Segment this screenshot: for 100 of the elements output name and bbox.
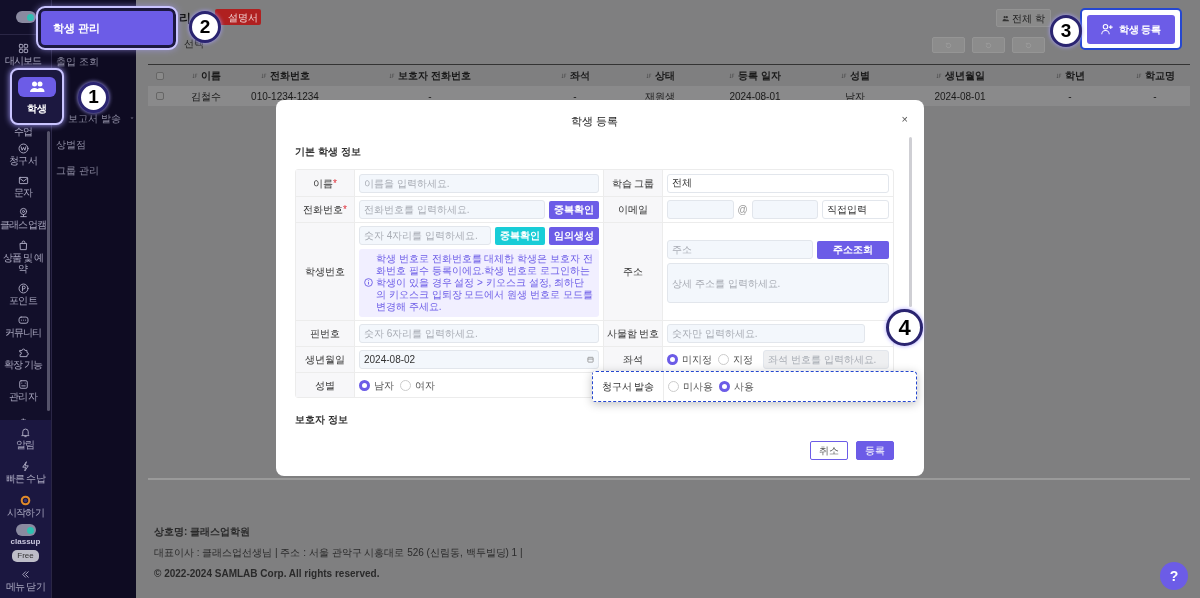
logo-icon <box>15 11 36 23</box>
submenu-item[interactable]: 상벌점 <box>56 136 86 152</box>
column-header[interactable]: 좌석 <box>530 68 620 83</box>
column-header[interactable]: 학년 <box>1020 68 1120 83</box>
field-label: 사물함 번호 <box>604 321 662 346</box>
calendar-icon <box>587 356 594 363</box>
sidebar-item[interactable]: 클래스업캠 <box>0 203 46 235</box>
sidebar-item[interactable]: 관리자 <box>0 375 46 407</box>
sort-icon <box>729 72 736 79</box>
column-header[interactable]: 이름 <box>172 68 240 83</box>
info-icon <box>364 278 373 287</box>
total-filter[interactable]: 전체 학 <box>996 9 1051 27</box>
sidebar-item[interactable]: 알림 <box>0 422 51 456</box>
lightning-icon <box>20 461 31 473</box>
footer-text: 대표이사 : 클래스업선생님 | 주소 : 서울 관악구 시흥대로 526 (신림동, 백두빌딩) 1 | <box>154 546 523 560</box>
submenu-title[interactable]: 학생 관리 <box>38 8 176 48</box>
toggle-icon <box>15 524 36 536</box>
submenu-item[interactable]: 보고서 발송 <box>68 110 121 126</box>
radio-option[interactable]: 여자 <box>400 377 435 393</box>
input-field[interactable]: 숫자 6자리를 입력하세요. <box>359 324 599 343</box>
textarea-field[interactable]: 상세 주소를 입력하세요. <box>667 263 889 303</box>
toolbar-button[interactable] <box>1012 37 1045 53</box>
column-header[interactable]: 보호자 전화번호 <box>330 68 530 83</box>
column-header[interactable]: 학교명 <box>1120 68 1190 83</box>
submenu-item[interactable]: 그룹 관리 <box>56 162 99 178</box>
sort-icon <box>191 72 198 79</box>
step-marker: 4 <box>886 309 923 346</box>
dialog-button[interactable]: 등록 <box>856 441 894 460</box>
sidebar-item[interactable]: 수업 <box>0 125 46 139</box>
column-header[interactable]: 생년월일 <box>900 68 1020 83</box>
admin-icon <box>17 379 29 391</box>
form-button[interactable]: 주소조회 <box>817 240 889 259</box>
won-icon <box>17 143 29 155</box>
field-label: 학생번호 <box>296 223 354 320</box>
bell-icon <box>20 427 31 439</box>
field-label: 청구서 발송 <box>593 372 663 401</box>
section-title: 보호자 정보 <box>295 413 349 427</box>
manual-badge[interactable]: 설명서 <box>215 9 261 25</box>
sidebar-item[interactable]: 문자 <box>0 171 46 203</box>
sort-icon <box>935 72 942 79</box>
checkbox[interactable] <box>156 71 164 80</box>
people-icon <box>29 81 45 93</box>
modal-title: 학생 등록 <box>570 113 619 129</box>
sort-icon <box>260 72 267 79</box>
add-person-icon <box>1100 23 1113 35</box>
date-field[interactable]: 2024-08-02 <box>359 350 599 369</box>
input-field[interactable]: 전체 <box>667 173 889 193</box>
submenu-item[interactable]: 출입 조회 <box>56 53 99 69</box>
register-button[interactable]: 학생 등록 <box>1087 14 1175 44</box>
dialog-button[interactable]: 취소 <box>810 441 848 460</box>
radio-option[interactable]: 남자 <box>359 377 394 393</box>
mail-icon <box>17 175 29 187</box>
close-button[interactable]: × <box>901 114 908 125</box>
radio-option[interactable]: 미지정 <box>667 352 712 367</box>
radio-option[interactable]: 미사용 <box>668 379 713 394</box>
sidebar-item[interactable]: 상품 및 예약 <box>0 235 46 279</box>
column-header[interactable]: 전화번호 <box>240 68 330 83</box>
grid-icon <box>17 43 29 55</box>
field-label: 성별 <box>296 373 354 397</box>
sidebar-item[interactable]: 빠른 수납 <box>0 456 51 490</box>
toolbar-button[interactable] <box>932 37 965 53</box>
sidebar-item[interactable]: 포인트 <box>0 279 46 311</box>
sort-icon <box>840 72 847 79</box>
radio-option[interactable]: 지정 <box>718 352 753 367</box>
radio-option[interactable]: 사용 <box>719 379 754 394</box>
form-button[interactable]: 임의생성 <box>549 226 599 245</box>
column-header[interactable]: 성별 <box>810 68 900 83</box>
input-field[interactable]: 주소 <box>667 240 813 259</box>
input-field[interactable] <box>751 200 819 219</box>
scrollbar[interactable] <box>909 137 912 307</box>
input-field[interactable]: 전화번호를 입력하세요. <box>359 200 545 219</box>
brand-name: classup <box>10 536 41 548</box>
checkbox[interactable] <box>156 92 164 100</box>
at-sign: @ <box>737 203 748 217</box>
table-cell-text: - <box>427 89 433 104</box>
toolbar-button[interactable] <box>972 37 1005 53</box>
input-field[interactable]: 숫자만 입력하세요. <box>667 324 865 343</box>
help-button[interactable]: ? <box>1160 562 1188 590</box>
table-cell-text: 2024-08-01 <box>728 89 782 104</box>
sidebar-item[interactable]: 커뮤니티 <box>0 311 46 343</box>
field-label: 이메일 <box>604 197 662 222</box>
column-header[interactable]: 상태 <box>620 68 700 83</box>
chat-icon <box>17 315 29 327</box>
column-header[interactable]: 등록 일자 <box>700 68 810 83</box>
webcam-icon <box>17 207 29 219</box>
sidebar-item[interactable]: 확장 기능 <box>0 343 46 375</box>
bag-icon <box>17 239 29 251</box>
sidebar-item[interactable]: 학생 <box>10 68 64 125</box>
input-field[interactable]: 숫자 4자리를 입력하세요. <box>359 226 491 245</box>
field-label: 학습 그룹 <box>604 170 662 196</box>
table-cell-text: 김철수 <box>190 89 222 104</box>
form-button[interactable]: 중복확인 <box>549 200 599 219</box>
sidebar-item[interactable]: 시작하기 <box>0 490 51 524</box>
input-field[interactable]: 직접입력 <box>822 200 889 219</box>
input-field[interactable]: 이름을 입력하세요. <box>359 173 599 193</box>
sidebar-item[interactable]: 청구서 <box>0 139 46 171</box>
scrollbar[interactable] <box>47 131 50 411</box>
input-field[interactable] <box>667 200 734 219</box>
collapse-menu-button[interactable]: 메뉴 닫기 <box>0 564 51 598</box>
field-label: 이름* <box>296 170 354 196</box>
